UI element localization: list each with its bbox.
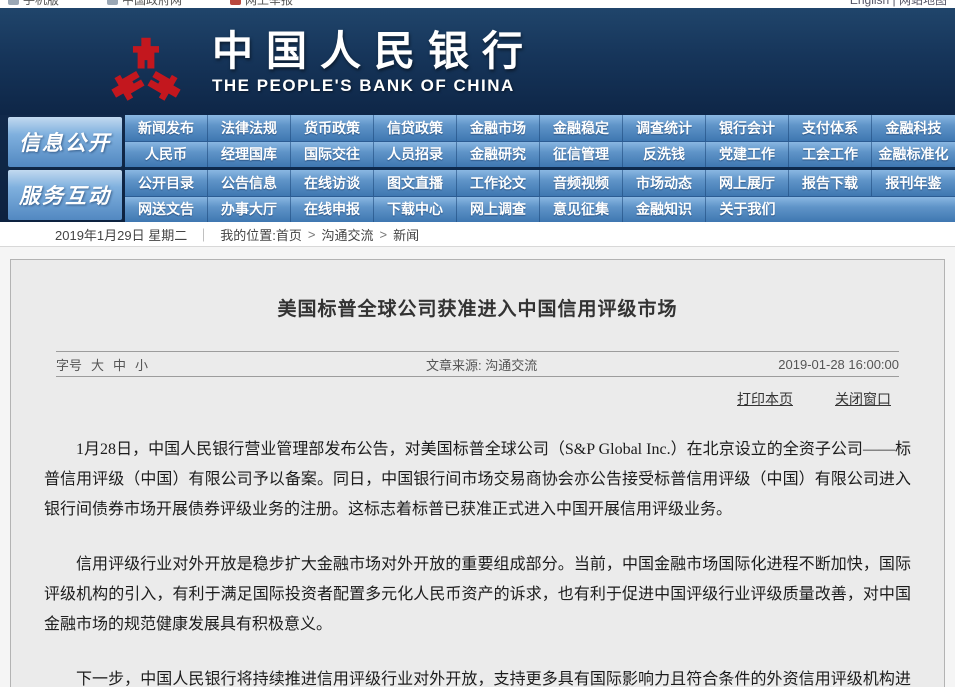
topbar-link-mobile[interactable]: 手机版: [8, 0, 59, 8]
nav-item[interactable]: 公告信息: [208, 170, 291, 196]
nav-item[interactable]: 银行会计: [706, 115, 789, 141]
page-background: 美国标普全球公司获准进入中国信用评级市场 字号 大 中 小 文章来源: 沟通交流…: [0, 247, 955, 687]
nav-item[interactable]: 信贷政策: [374, 115, 457, 141]
fontsize-label: 字号: [56, 355, 82, 374]
nav-item[interactable]: 报告下载: [789, 170, 872, 196]
top-utility-bar: 手机版 中国政府网 网上举报 English | 网站地图: [0, 0, 955, 8]
nav-item[interactable]: 人员招录: [374, 142, 457, 168]
nav-item[interactable]: 在线申报: [291, 197, 374, 223]
nav-item[interactable]: 图文直播: [374, 170, 457, 196]
breadcrumb-home[interactable]: 首页: [276, 225, 302, 244]
nav-item[interactable]: 征信管理: [540, 142, 623, 168]
nav-row-filler: [789, 197, 955, 223]
site-title-english: THE PEOPLE'S BANK OF CHINA: [212, 76, 536, 96]
nav-item[interactable]: 反洗钱: [623, 142, 706, 168]
location-label: 我的位置:: [220, 225, 276, 244]
chevron-right-icon: >: [308, 227, 316, 242]
nav-item[interactable]: 音频视频: [540, 170, 623, 196]
source-value: 沟通交流: [485, 358, 537, 373]
source-label: 文章来源:: [426, 358, 482, 373]
nav-item[interactable]: 意见征集: [540, 197, 623, 223]
nav-item[interactable]: 金融标准化: [872, 142, 955, 168]
nav-item[interactable]: 法律法规: [208, 115, 291, 141]
nav-row-2: 人民币经理国库国际交往人员招录金融研究征信管理反洗钱党建工作工会工作金融标准化: [125, 142, 955, 171]
nav-item[interactable]: 货币政策: [291, 115, 374, 141]
nav-item[interactable]: 在线访谈: [291, 170, 374, 196]
nav-item[interactable]: 调查统计: [623, 115, 706, 141]
breadcrumb-communication[interactable]: 沟通交流: [321, 225, 373, 244]
article-container: 美国标普全球公司获准进入中国信用评级市场 字号 大 中 小 文章来源: 沟通交流…: [10, 259, 945, 687]
nav-item[interactable]: 下载中心: [374, 197, 457, 223]
breadcrumb-divider: ｜: [197, 225, 210, 244]
nav-item[interactable]: 网送文告: [125, 197, 208, 223]
fontsize-medium-button[interactable]: 中: [113, 355, 126, 374]
nav-item[interactable]: 网上展厅: [706, 170, 789, 196]
nav-item[interactable]: 国际交往: [291, 142, 374, 168]
nav-item[interactable]: 经理国库: [208, 142, 291, 168]
print-page-link[interactable]: 打印本页: [737, 389, 793, 409]
main-navigation: 信息公开 服务互动 新闻发布法律法规货币政策信贷政策金融市场金融稳定调查统计银行…: [0, 115, 955, 222]
nav-item[interactable]: 关于我们: [706, 197, 789, 223]
report-icon: [230, 0, 241, 5]
nav-section-info-disclosure[interactable]: 信息公开: [8, 117, 122, 167]
nav-item[interactable]: 支付体系: [789, 115, 872, 141]
topbar-link-report[interactable]: 网上举报: [230, 0, 293, 8]
mobile-icon: [8, 0, 19, 5]
nav-row-1: 新闻发布法律法规货币政策信贷政策金融市场金融稳定调查统计银行会计支付体系金融科技: [125, 115, 955, 142]
nav-item[interactable]: 市场动态: [623, 170, 706, 196]
pboc-logo-icon: [103, 34, 189, 121]
site-title-chinese: 中国人民银行: [212, 28, 536, 74]
breadcrumb-news[interactable]: 新闻: [393, 225, 419, 244]
nav-item[interactable]: 工会工作: [789, 142, 872, 168]
nav-row-4: 网送文告办事大厅在线申报下载中心网上调查意见征集金融知识关于我们: [125, 197, 955, 223]
article-body: 1月28日，中国人民银行营业管理部发布公告，对美国标普全球公司（S&P Glob…: [44, 435, 911, 687]
fontsize-large-button[interactable]: 大: [91, 355, 104, 374]
article-paragraph: 下一步，中国人民银行将持续推进信用评级行业对外开放，支持更多具有国际影响力且符合…: [44, 665, 911, 687]
nav-item[interactable]: 金融稳定: [540, 115, 623, 141]
breadcrumb: 2019年1月29日 星期二 ｜ 我的位置: 首页 > 沟通交流 > 新闻: [0, 222, 955, 247]
current-date: 2019年1月29日 星期二: [55, 225, 187, 244]
nav-item[interactable]: 报刊年鉴: [872, 170, 955, 196]
article-title: 美国标普全球公司获准进入中国信用评级市场: [56, 294, 899, 321]
nav-item[interactable]: 党建工作: [706, 142, 789, 168]
chevron-right-icon: >: [380, 227, 388, 242]
nav-item[interactable]: 网上调查: [457, 197, 540, 223]
nav-item[interactable]: 金融研究: [457, 142, 540, 168]
nav-item[interactable]: 人民币: [125, 142, 208, 168]
topbar-link-gov[interactable]: 中国政府网: [107, 0, 182, 8]
nav-item[interactable]: 金融科技: [872, 115, 955, 141]
nav-section-services[interactable]: 服务互动: [8, 170, 122, 220]
site-header: 中国人民银行 THE PEOPLE'S BANK OF CHINA: [0, 8, 955, 115]
article-datetime: 2019-01-28 16:00:00: [778, 357, 899, 372]
article-paragraph: 1月28日，中国人民银行营业管理部发布公告，对美国标普全球公司（S&P Glob…: [44, 435, 911, 525]
close-window-link[interactable]: 关闭窗口: [835, 389, 891, 409]
nav-item[interactable]: 公开目录: [125, 170, 208, 196]
nav-item[interactable]: 金融市场: [457, 115, 540, 141]
nav-item[interactable]: 金融知识: [623, 197, 706, 223]
nav-item[interactable]: 工作论文: [457, 170, 540, 196]
globe-icon: [107, 0, 118, 5]
article-meta-bar: 字号 大 中 小 文章来源: 沟通交流 2019-01-28 16:00:00: [56, 351, 899, 377]
fontsize-small-button[interactable]: 小: [135, 355, 148, 374]
nav-row-3: 公开目录公告信息在线访谈图文直播工作论文音频视频市场动态网上展厅报告下载报刊年鉴: [125, 170, 955, 197]
article-paragraph: 信用评级行业对外开放是稳步扩大金融市场对外开放的重要组成部分。当前，中国金融市场…: [44, 550, 911, 640]
nav-item[interactable]: 办事大厅: [208, 197, 291, 223]
topbar-right-links[interactable]: English | 网站地图: [850, 0, 947, 8]
